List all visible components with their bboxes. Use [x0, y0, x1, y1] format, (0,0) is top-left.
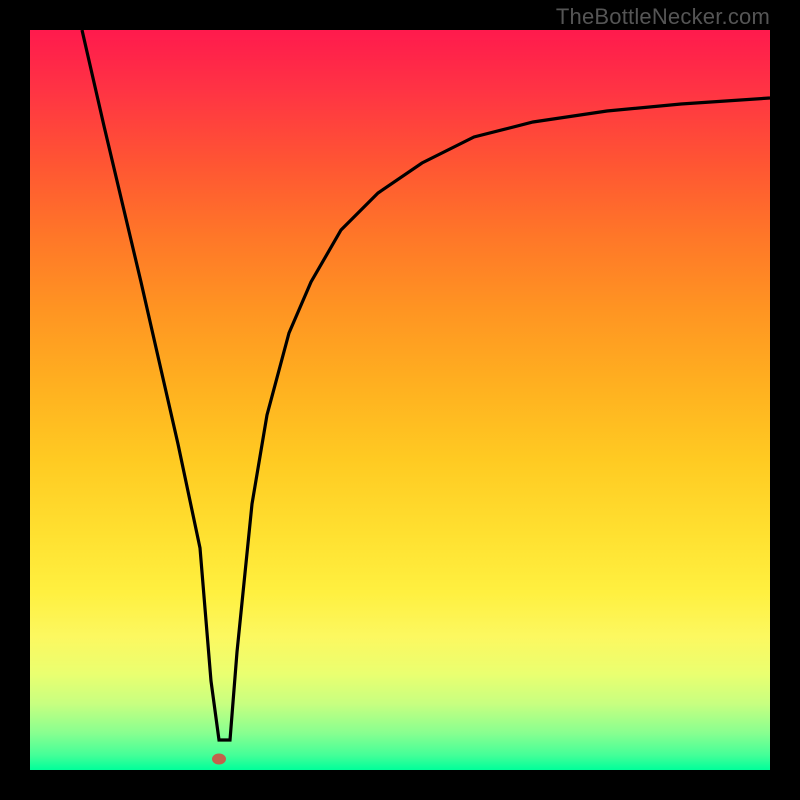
- plot-area: [30, 30, 770, 770]
- chart-container: TheBottleNecker.com: [0, 0, 800, 800]
- curve-svg: [30, 30, 770, 770]
- watermark-text: TheBottleNecker.com: [556, 4, 770, 30]
- marker-point: [212, 754, 226, 765]
- bottleneck-curve: [82, 30, 770, 740]
